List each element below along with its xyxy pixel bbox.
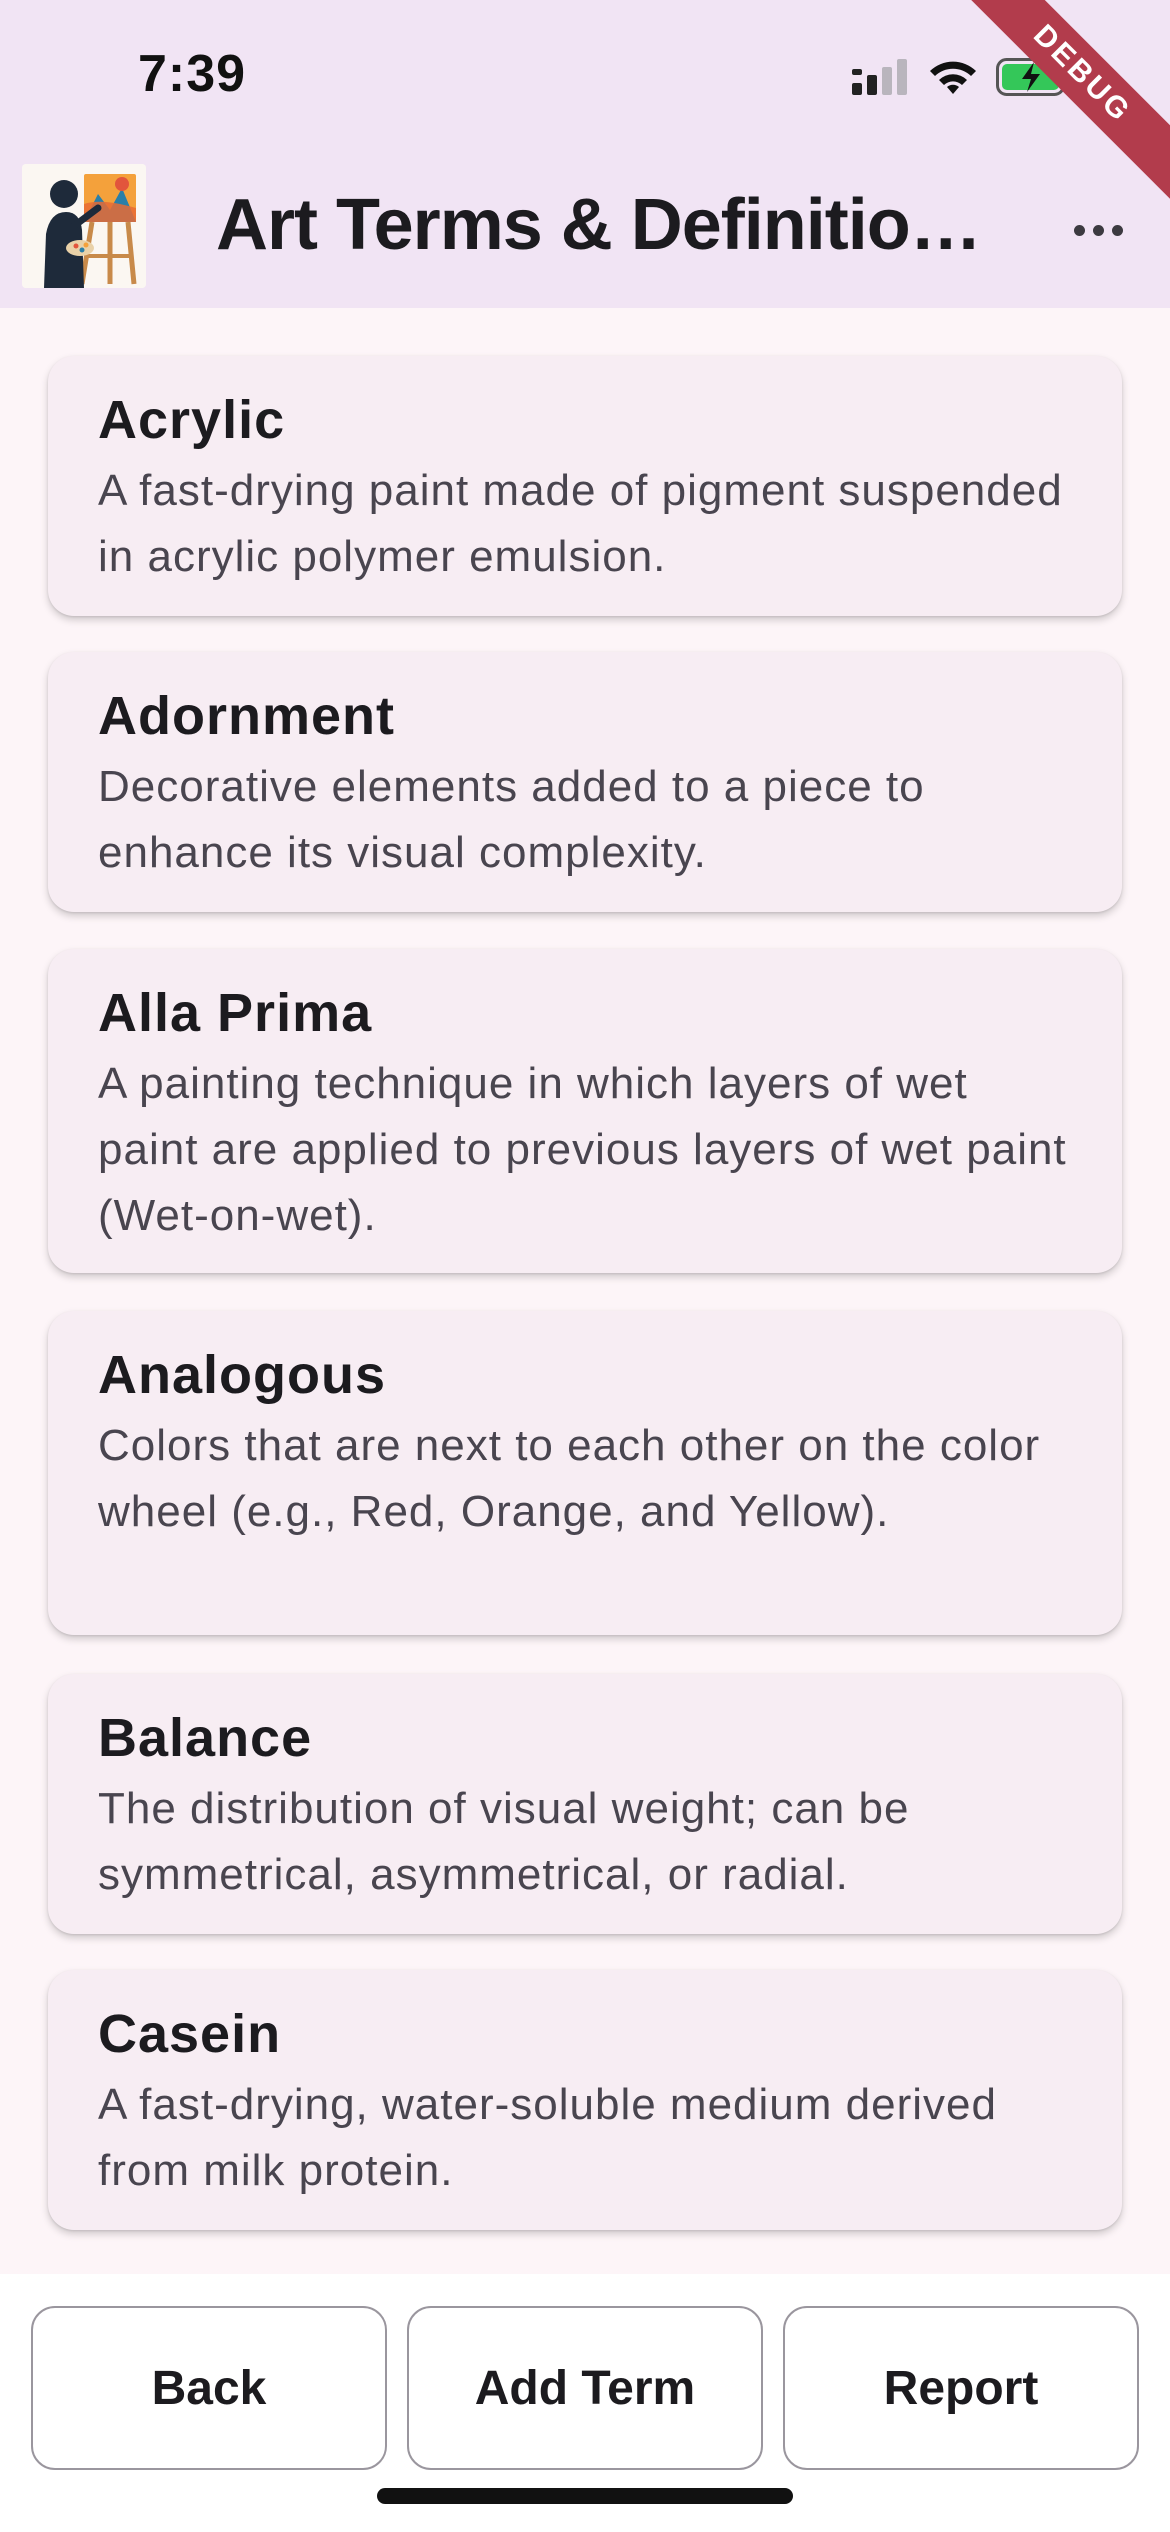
more-horizontal-icon-dot [1092, 224, 1104, 236]
signal-icon [852, 59, 907, 95]
more-options-button[interactable] [1062, 194, 1134, 266]
term-name: Adornment [98, 686, 395, 746]
wifi-icon [930, 61, 976, 94]
term-name: Casein [98, 2004, 282, 2064]
back-button[interactable]: Back [31, 2306, 387, 2470]
painter-logo-icon [22, 164, 146, 288]
term-name: Analogous [98, 1345, 386, 1405]
status-time: 7:39 [138, 45, 247, 103]
term-definition: The distribution of visual weight; can b… [98, 1784, 910, 1899]
term-card[interactable]: Adornment Decorative elements added to a… [48, 652, 1122, 912]
report-button[interactable]: Report [783, 2306, 1139, 2470]
more-horizontal-icon [1073, 224, 1085, 236]
app-bar: Art Terms & Definitions [0, 150, 1170, 308]
more-horizontal-icon-dot [1111, 224, 1123, 236]
term-card[interactable]: Balance The distribution of visual weigh… [48, 1674, 1122, 1934]
term-definition: A painting technique in which layers of … [98, 1059, 1067, 1240]
add-term-button[interactable]: Add Term [407, 2306, 763, 2470]
term-card[interactable]: Alla Prima A painting technique in which… [48, 949, 1122, 1273]
term-name: Balance [98, 1708, 313, 1768]
header-area: 7:39 DEBUG Art Terms & Definitions [0, 0, 1170, 308]
term-card[interactable]: Casein A fast-drying, water-soluble medi… [48, 1970, 1122, 2230]
page-title: Art Terms & Definitions [216, 185, 986, 265]
term-list[interactable]: Acrylic A fast-drying paint made of pigm… [0, 308, 1170, 2274]
term-name: Alla Prima [98, 983, 373, 1043]
app-logo [22, 164, 146, 288]
term-card[interactable]: Acrylic A fast-drying paint made of pigm… [48, 356, 1122, 616]
term-definition: A fast-drying paint made of pigment susp… [98, 466, 1063, 581]
term-name: Acrylic [98, 390, 286, 450]
home-indicator[interactable] [377, 2488, 793, 2504]
term-definition: A fast-drying, water-soluble medium deri… [98, 2080, 997, 2195]
term-card[interactable]: Analogous Colors that are next to each o… [48, 1311, 1122, 1635]
term-definition: Colors that are next to each other on th… [98, 1421, 1041, 1536]
term-definition: Decorative elements added to a piece to … [98, 762, 925, 877]
